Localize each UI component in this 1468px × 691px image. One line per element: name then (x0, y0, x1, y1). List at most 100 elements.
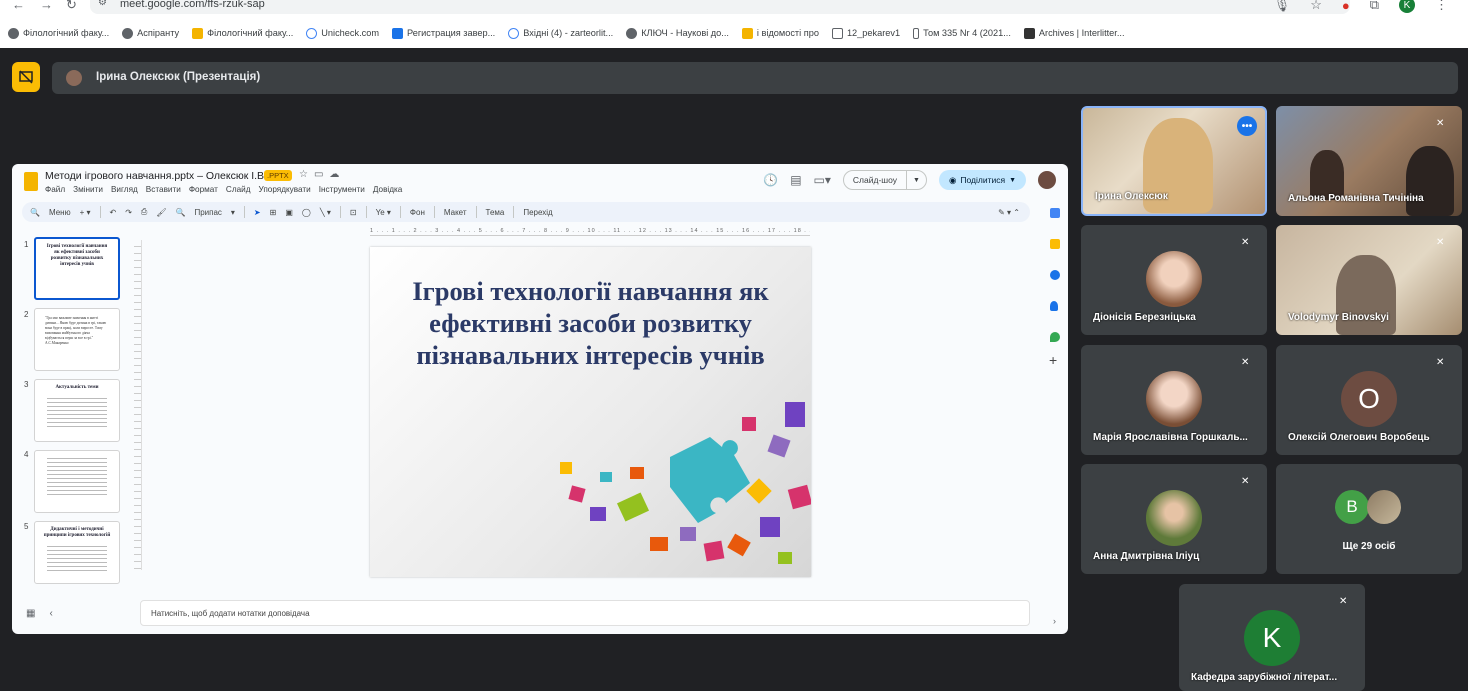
participant-tile[interactable]: ✕ Volodymyr Binovskyi (1276, 225, 1462, 335)
participant-tile[interactable]: ✕ Альона Романівна Тичініна (1276, 106, 1462, 216)
star-icon[interactable]: ☆ (299, 169, 314, 180)
folder-icon[interactable]: ▭ (314, 169, 329, 180)
bookmark-item[interactable]: Аспіранту (122, 27, 179, 39)
slide-thumbnail[interactable] (34, 450, 120, 513)
microphone-icon[interactable]: 🎙 (1274, 0, 1291, 13)
zoom-select[interactable]: Припас (194, 208, 221, 217)
site-info-icon[interactable]: ⚙ (98, 0, 107, 8)
bookmark-item[interactable]: Archives | Interlitter... (1023, 27, 1125, 39)
history-icon[interactable]: 🕓 (763, 173, 778, 187)
reload-icon[interactable]: ↻ (66, 0, 77, 13)
menu-view[interactable]: Вигляд (111, 185, 138, 194)
grid-view-icon[interactable]: ▦ (26, 608, 49, 619)
chevron-down-icon[interactable]: ▼ (907, 177, 926, 184)
share-button[interactable]: ◉ Поділитися ▼ (938, 170, 1026, 190)
theme-button[interactable]: Тема (486, 208, 505, 217)
chevron-right-icon[interactable]: › (1053, 616, 1056, 626)
participant-tile[interactable]: ✕ O Олексій Олегович Воробець (1276, 345, 1462, 455)
comment-add-icon[interactable]: ⊡ (350, 208, 357, 217)
stop-presenting-icon[interactable] (12, 62, 40, 92)
extensions-icon[interactable]: ⧉ (1370, 0, 1379, 13)
transition-button[interactable]: Перехід (523, 208, 552, 217)
menu-help[interactable]: Довідка (373, 185, 402, 194)
speaker-notes[interactable]: Натисніть, щоб додати нотатки доповідача (140, 600, 1030, 626)
opera-icon[interactable]: ● (1342, 0, 1350, 13)
star-icon[interactable]: ☆ (1310, 0, 1322, 13)
mic-off-icon: ✕ (1436, 118, 1445, 129)
profile-avatar[interactable]: K (1399, 0, 1415, 13)
slide-title[interactable]: Ігрові технології навчання як ефективні … (370, 275, 811, 371)
bookmark-item[interactable]: Регистрация завер... (391, 27, 495, 39)
bookmarks-bar: Філологічний факу... Аспіранту Філологіч… (0, 23, 1468, 43)
collapse-panel-icon[interactable]: ‹ (49, 608, 66, 619)
menu-dots-icon[interactable]: ⋮ (1435, 0, 1448, 13)
puzzle-pieces-icon (560, 402, 811, 564)
participant-tile[interactable]: ✕ Марія Ярославівна Горшкаль... (1081, 345, 1267, 455)
menu-file[interactable]: Файл (45, 185, 65, 194)
participant-name: Альона Романівна Тичініна (1288, 193, 1424, 204)
new-slide-icon[interactable]: + ▾ (80, 208, 91, 217)
slide-thumbnail[interactable]: "Гра має важливе значення в житті дитини… (34, 308, 120, 371)
layout-button[interactable]: Макет (444, 208, 467, 217)
contacts-icon[interactable] (1050, 301, 1058, 311)
background-button[interactable]: Фон (410, 208, 425, 217)
zoom-icon[interactable]: 🔍 (175, 208, 185, 217)
camera-icon[interactable]: ▭▾ (814, 173, 831, 187)
more-participants-tile[interactable]: B Ще 29 осіб (1276, 464, 1462, 574)
print-icon[interactable]: ⎙ (141, 207, 147, 217)
bookmark-item[interactable]: Вхідні (4) - zarteorlit... (508, 27, 613, 39)
menu-edit[interactable]: Змінити (73, 185, 103, 194)
participant-tile[interactable]: ••• Ірина Олексюк (1081, 106, 1267, 216)
bookmark-item[interactable]: КЛЮЧ - Наукові до... (626, 27, 729, 39)
search-icon[interactable]: 🔍 (30, 208, 40, 217)
add-addon-icon[interactable]: + (1049, 352, 1057, 368)
bookmark-item[interactable]: 12_pekarev1 (831, 27, 900, 39)
keep-icon[interactable] (1050, 239, 1060, 249)
slides-logo-icon[interactable] (24, 172, 38, 191)
undo-icon[interactable]: ↶ (110, 208, 117, 217)
slide-thumbnail[interactable]: Дидактичні і методичні принципи ігрових … (34, 521, 120, 584)
menu-arrange[interactable]: Упорядкувати (259, 185, 311, 194)
more-options-icon[interactable]: ••• (1237, 116, 1257, 136)
search-menus[interactable]: Меню (49, 208, 71, 217)
pen-icon[interactable]: ✎ ▾ ⌃ (998, 208, 1020, 217)
maps-icon[interactable] (1050, 332, 1060, 342)
text-language-icon[interactable]: Ye ▾ (376, 208, 391, 217)
calendar-icon[interactable] (1050, 208, 1060, 218)
mic-off-icon: ✕ (1241, 476, 1250, 487)
participant-name: Діонісія Березніцька (1093, 312, 1196, 323)
bookmark-item[interactable]: Філологічний факу... (192, 27, 293, 39)
shape-icon[interactable]: ◯ (302, 208, 311, 217)
avatar[interactable] (1038, 171, 1056, 189)
participant-name: Volodymyr Binovskyi (1288, 312, 1389, 323)
bookmark-item[interactable]: і відомості про (741, 27, 819, 39)
participant-name: Кафедра зарубіжної літерат... (1191, 672, 1338, 683)
menu-insert[interactable]: Вставити (146, 185, 181, 194)
bookmark-item[interactable]: Том 335 Nr 4 (2021... (913, 27, 1011, 39)
image-icon[interactable]: ▣ (285, 208, 293, 217)
participant-tile[interactable]: ✕ Діонісія Березніцька (1081, 225, 1267, 335)
slide-thumbnail[interactable]: Ігрові технології навчання як ефективні … (34, 237, 120, 300)
slideshow-button[interactable]: Слайд-шоу ▼ (842, 170, 927, 190)
paint-format-icon[interactable]: 🖌 (156, 208, 166, 217)
menu-tools[interactable]: Інструменти (319, 185, 365, 194)
participant-tile[interactable]: ✕ K Кафедра зарубіжної літерат... (1179, 584, 1365, 691)
tasks-icon[interactable] (1050, 270, 1060, 280)
select-icon[interactable]: ➤ (254, 208, 261, 217)
participant-tile[interactable]: ✕ Анна Дмитрівна Іліуц (1081, 464, 1267, 574)
menu-slide[interactable]: Слайд (226, 185, 251, 194)
line-icon[interactable]: ╲ ▾ (320, 208, 331, 217)
document-title[interactable]: Методи ігрового навчання.pptx – Олексюк … (45, 170, 267, 182)
redo-icon[interactable]: ↷ (125, 208, 132, 217)
back-arrow-icon[interactable]: ← (12, 0, 25, 12)
forward-arrow-icon[interactable]: → (40, 0, 53, 12)
menu-format[interactable]: Формат (189, 185, 218, 194)
slide-canvas[interactable]: Ігрові технології навчання як ефективні … (370, 247, 811, 577)
chevron-down-icon[interactable]: ▾ (231, 208, 235, 217)
textbox-icon[interactable]: ⊞ (270, 208, 277, 217)
bookmark-item[interactable]: Філологічний факу... (8, 27, 109, 39)
bookmark-item[interactable]: Unicheck.com (306, 27, 379, 39)
slide-thumbnail[interactable]: Актуальність теми (34, 379, 120, 442)
comments-icon[interactable]: ▤ (790, 173, 801, 187)
address-bar[interactable] (90, 0, 1350, 14)
